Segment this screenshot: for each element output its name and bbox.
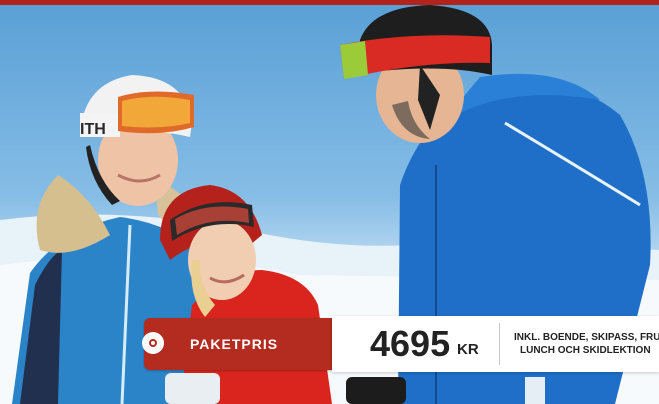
includes-line-1: INKL. BOENDE, SKIPASS, FRU <box>514 332 659 343</box>
price-divider <box>499 323 500 365</box>
helmet-brand-text: ITH <box>80 121 106 138</box>
price-tag: PAKETPRIS <box>142 318 332 370</box>
price-tag-label: PAKETPRIS <box>190 336 279 352</box>
price-strip: PAKETPRIS 4695 KR INKL. BOENDE, SKIPASS,… <box>140 316 659 372</box>
includes-line-2: LUNCH OCH SKIDLEKTION <box>520 345 651 356</box>
price-currency: KR <box>457 341 479 358</box>
promo-banner: ITH PAKETPRIS 4695 KR INKL. BOENDE, SKIP… <box>0 0 659 404</box>
includes-text: INKL. BOENDE, SKIPASS, FRU LUNCH OCH SKI… <box>514 331 659 357</box>
price-amount: 4695 <box>370 323 451 364</box>
price-panel: 4695 KR INKL. BOENDE, SKIPASS, FRU LUNCH… <box>332 316 659 372</box>
tag-hole-icon <box>149 339 157 347</box>
